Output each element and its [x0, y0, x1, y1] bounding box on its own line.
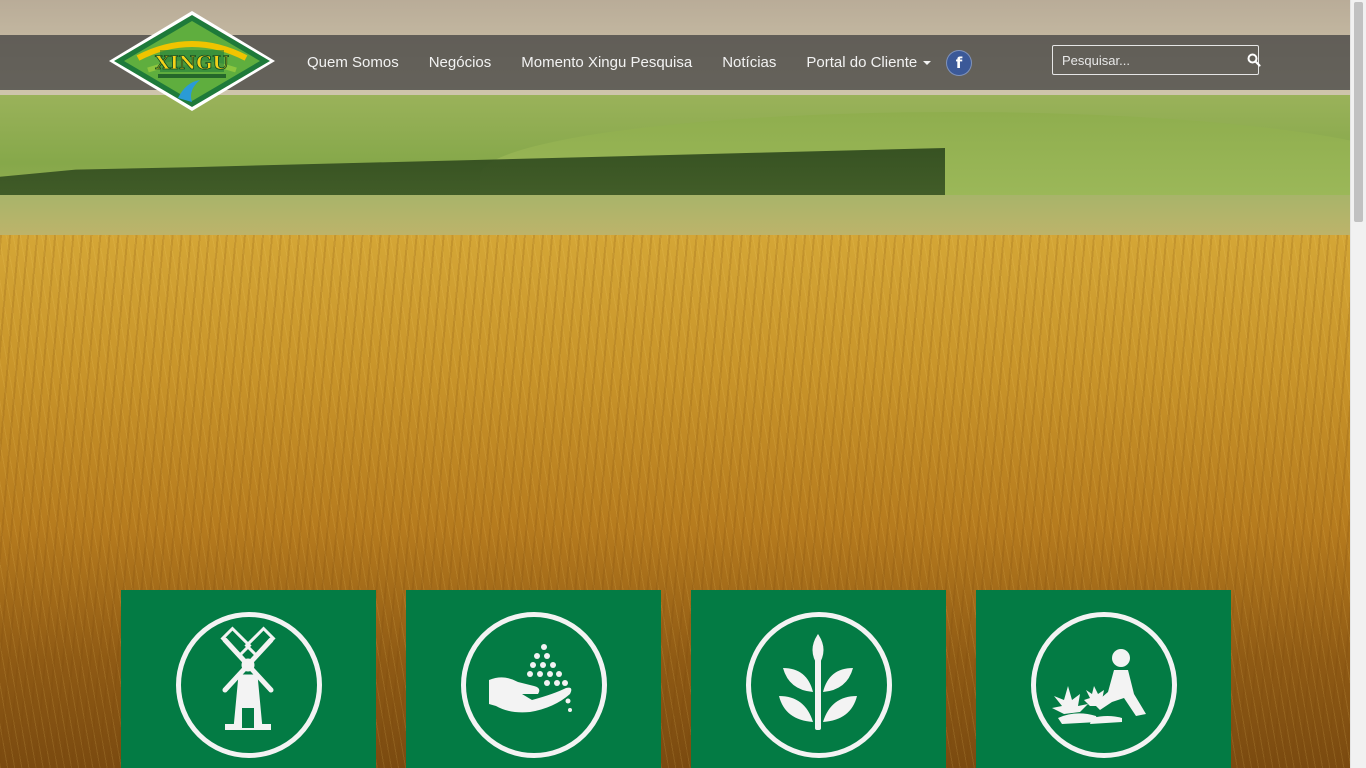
windmill-icon	[220, 626, 276, 730]
hand-seeds-icon	[489, 644, 572, 713]
facebook-glyph: f	[955, 54, 963, 72]
search-box	[1052, 45, 1261, 75]
nav-item-momento-xingu-pesquisa[interactable]: Momento Xingu Pesquisa	[506, 54, 707, 71]
site-logo[interactable]: XINGU	[108, 10, 276, 112]
service-tile-plant[interactable]	[691, 590, 946, 768]
main-menu: Quem Somos Negócios Momento Xingu Pesqui…	[292, 35, 946, 90]
plant-sprout-icon	[779, 634, 857, 730]
chevron-down-icon	[923, 61, 932, 66]
search-input[interactable]	[1053, 47, 1247, 73]
nav-item-portal-label: Portal do Cliente	[806, 54, 918, 71]
nav-item-portal-do-cliente[interactable]: Portal do Cliente	[791, 54, 946, 71]
scrollbar-thumb[interactable]	[1354, 2, 1363, 222]
nav-item-quem-somos[interactable]: Quem Somos	[292, 54, 414, 71]
nav-item-noticias[interactable]: Notícias	[707, 54, 791, 71]
facebook-icon[interactable]: f	[946, 50, 972, 76]
search-button[interactable]	[1247, 46, 1261, 74]
service-tile-planting[interactable]	[976, 590, 1231, 768]
nav-item-negocios[interactable]: Negócios	[414, 54, 507, 71]
person-planting-icon	[1052, 649, 1146, 724]
service-tile-windmill[interactable]	[121, 590, 376, 768]
vertical-scrollbar[interactable]	[1350, 0, 1366, 768]
search-icon	[1247, 53, 1261, 67]
service-tile-seeds[interactable]	[406, 590, 661, 768]
logo-text: XINGU	[155, 52, 229, 74]
